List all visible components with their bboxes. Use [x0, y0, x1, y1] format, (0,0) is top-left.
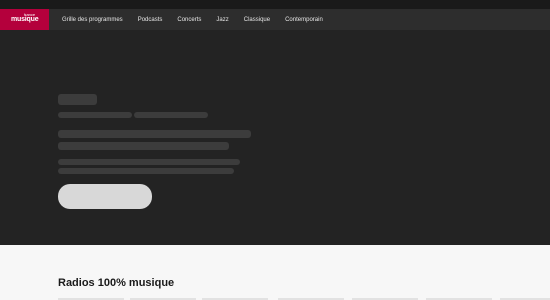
skeleton-tag — [58, 94, 97, 105]
logo-big-text: musique — [11, 16, 39, 23]
skeleton-meta-2 — [134, 112, 208, 118]
nav-item-podcasts[interactable]: Podcasts — [138, 17, 163, 23]
nav-items: Grille des programmes Podcasts Concerts … — [62, 17, 338, 23]
nav-item-jazz[interactable]: Jazz — [216, 17, 228, 23]
skeleton-title-line-2 — [58, 142, 229, 150]
skeleton-desc-line-1 — [58, 159, 240, 165]
skeleton-desc-line-2 — [58, 168, 234, 174]
radios-section: Radios 100% musique — [0, 245, 550, 300]
skeleton-play-button[interactable] — [58, 184, 152, 209]
top-strip — [0, 0, 550, 9]
hero-loading-placeholder — [0, 30, 550, 245]
nav-item-contemporain[interactable]: Contemporain — [285, 17, 323, 23]
nav-item-concerts[interactable]: Concerts — [177, 17, 201, 23]
section-title: Radios 100% musique — [58, 277, 175, 289]
france-musique-logo[interactable]: france musique — [0, 9, 49, 30]
nav-item-classique[interactable]: Classique — [244, 17, 270, 23]
skeleton-title-line-1 — [58, 130, 251, 138]
skeleton-meta-1 — [58, 112, 132, 118]
nav-item-grille[interactable]: Grille des programmes — [62, 17, 123, 23]
main-navigation: france musique Grille des programmes Pod… — [0, 9, 550, 30]
